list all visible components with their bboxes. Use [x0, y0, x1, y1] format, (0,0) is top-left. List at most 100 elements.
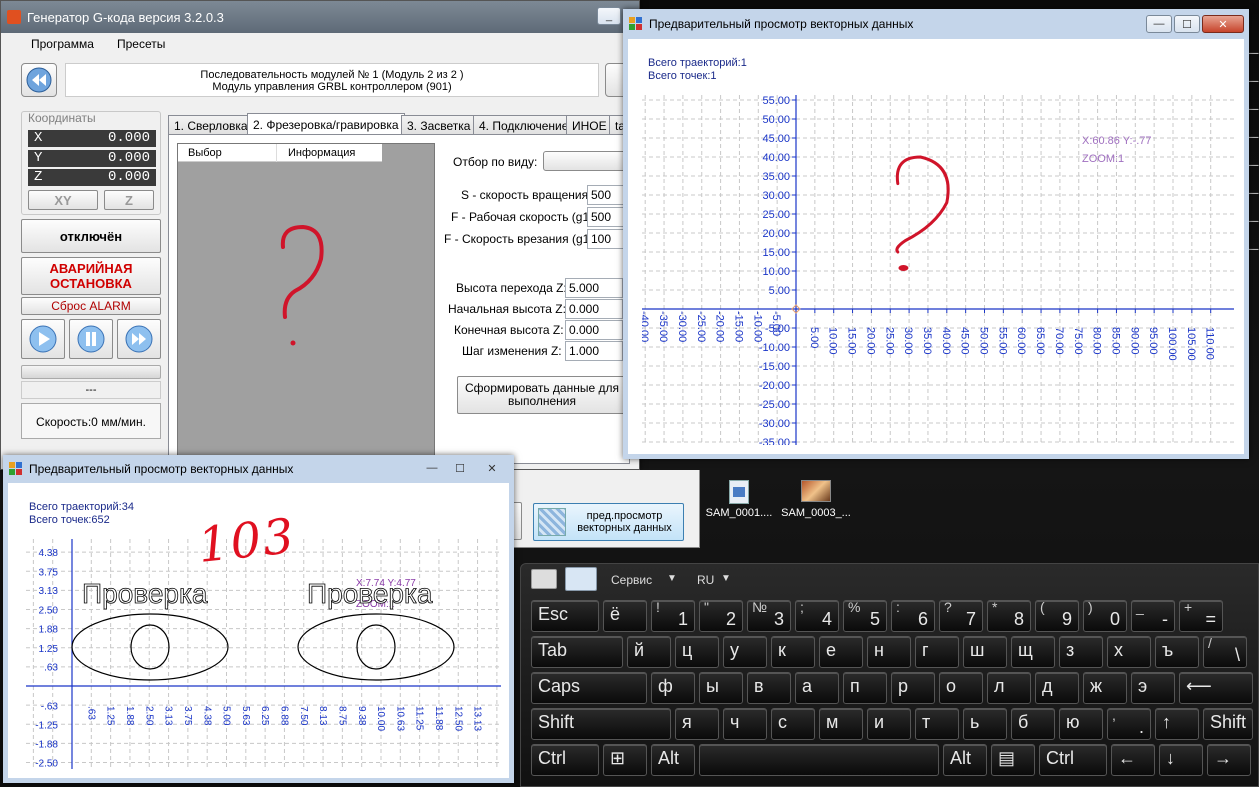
- header-info[interactable]: Информация: [288, 147, 355, 159]
- key-r0-5[interactable]: ; 4: [795, 599, 839, 632]
- emergency-stop-button[interactable]: АВАРИЙНАЯ ОСТАНОВКА: [21, 257, 161, 295]
- key-r0-1[interactable]: ё: [603, 600, 647, 632]
- key-r2-7[interactable]: о: [939, 672, 983, 704]
- start-height-input[interactable]: 0.000: [565, 299, 623, 319]
- key-r1-11[interactable]: х: [1107, 636, 1151, 668]
- close-button[interactable]: ✕: [475, 459, 509, 477]
- key-r4-4[interactable]: Alt: [943, 744, 987, 776]
- key-r0-12[interactable]: _ -: [1131, 599, 1175, 632]
- key-r2-5[interactable]: п: [843, 672, 887, 704]
- key-r0-7[interactable]: :6: [891, 599, 935, 632]
- key-r1-7[interactable]: г: [915, 636, 959, 668]
- filter-dropdown[interactable]: [543, 151, 629, 171]
- key-r1-8[interactable]: ш: [963, 636, 1007, 668]
- end-height-input[interactable]: 0.000: [565, 320, 623, 340]
- key-r3-8[interactable]: б: [1011, 708, 1055, 740]
- key-r1-3[interactable]: у: [723, 636, 767, 668]
- key-r4-1[interactable]: ⊞: [603, 744, 647, 776]
- key-r1-13[interactable]: / \: [1203, 635, 1247, 668]
- trajectory-list[interactable]: Выбор Информация: [177, 143, 435, 463]
- tab-milling[interactable]: 2. Фрезеровка/гравировка: [247, 113, 405, 135]
- key-r2-0[interactable]: Caps: [531, 672, 647, 704]
- tab-other[interactable]: ИНОЕ: [566, 115, 613, 135]
- key-r1-10[interactable]: з: [1059, 636, 1103, 668]
- travel-height-input[interactable]: 5.000: [565, 278, 623, 298]
- vector-preview-button[interactable]: пред.просмотр векторных данных: [533, 503, 684, 541]
- key-r2-9[interactable]: д: [1035, 672, 1079, 704]
- maximize-button[interactable]: ☐: [447, 459, 473, 477]
- key-r3-0[interactable]: Shift: [531, 708, 671, 740]
- key-r0-6[interactable]: % 5: [843, 599, 887, 632]
- key-r0-13[interactable]: + =: [1179, 599, 1223, 632]
- close-button[interactable]: ✕: [1202, 15, 1244, 33]
- key-r4-8[interactable]: ↓: [1159, 744, 1203, 776]
- key-r0-2[interactable]: ! 1: [651, 599, 695, 632]
- key-r2-10[interactable]: ж: [1083, 672, 1127, 704]
- step-height-input[interactable]: 1.000: [565, 341, 623, 361]
- key-r1-12[interactable]: ъ: [1155, 636, 1199, 668]
- key-r4-6[interactable]: Ctrl: [1039, 744, 1107, 776]
- key-r2-1[interactable]: ф: [651, 672, 695, 704]
- desktop-file-2[interactable]: SAM_0003_...: [778, 480, 854, 530]
- key-r4-3[interactable]: [699, 744, 939, 776]
- language-dropdown-icon[interactable]: ▼: [721, 573, 731, 584]
- key-r0-4[interactable]: № 3: [747, 599, 791, 632]
- minimize-button[interactable]: _: [597, 7, 621, 25]
- tab-drilling[interactable]: 1. Сверловка: [168, 115, 254, 135]
- key-r4-0[interactable]: Ctrl: [531, 744, 599, 776]
- language-selector[interactable]: RU: [697, 573, 714, 587]
- key-r1-4[interactable]: к: [771, 636, 815, 668]
- key-r2-12[interactable]: ⟵: [1179, 672, 1253, 704]
- key-r2-4[interactable]: а: [795, 672, 839, 704]
- key-r2-3[interactable]: в: [747, 672, 791, 704]
- key-r3-3[interactable]: с: [771, 708, 815, 740]
- key-r3-2[interactable]: ч: [723, 708, 767, 740]
- minimize-button[interactable]: —: [1146, 15, 1172, 33]
- key-r3-12[interactable]: Shift: [1203, 708, 1253, 740]
- menu-presets[interactable]: Пресеты: [117, 37, 165, 51]
- main-titlebar[interactable]: Генератор G-кода версия 3.2.0.3: [1, 1, 639, 33]
- key-r4-7[interactable]: ←: [1111, 744, 1155, 776]
- key-r3-6[interactable]: т: [915, 708, 959, 740]
- zero-z-button[interactable]: Z: [104, 190, 154, 210]
- key-r0-10[interactable]: (9: [1035, 599, 1079, 632]
- pen-icon[interactable]: [531, 569, 557, 589]
- pause-button[interactable]: [69, 319, 113, 359]
- vector-plot-bottom[interactable]: 4.38 3.75 3.13 2.50 1.88 1.25 .63 -.63 -1.25 -1.8…: [26, 539, 501, 769]
- key-r4-5[interactable]: ▤: [991, 744, 1035, 776]
- key-r1-0[interactable]: Tab: [531, 636, 623, 668]
- key-r1-2[interactable]: ц: [675, 636, 719, 668]
- desktop-file-1[interactable]: SAM_0001....: [704, 480, 774, 530]
- key-r0-8[interactable]: ? 7: [939, 599, 983, 632]
- key-r0-11[interactable]: ) 0: [1083, 599, 1127, 632]
- service-dropdown-icon[interactable]: ▼: [667, 573, 677, 584]
- prev-module-button[interactable]: [21, 63, 57, 97]
- key-r3-7[interactable]: ь: [963, 708, 1007, 740]
- maximize-button[interactable]: ☐: [1174, 15, 1200, 33]
- reset-alarm-button[interactable]: Сброс ALARM: [21, 297, 161, 315]
- keyboard-icon[interactable]: [565, 567, 597, 591]
- key-r3-4[interactable]: м: [819, 708, 863, 740]
- key-r4-9[interactable]: →: [1207, 744, 1251, 776]
- key-r1-5[interactable]: е: [819, 636, 863, 668]
- key-r0-0[interactable]: Esc: [531, 600, 599, 632]
- key-r2-2[interactable]: ы: [699, 672, 743, 704]
- key-r0-9[interactable]: * 8: [987, 599, 1031, 632]
- vector-plot-top[interactable]: 55.00 50.00 45.00 40.00 35.00 30.00 25.00 20.00…: [642, 95, 1234, 445]
- header-select[interactable]: Выбор: [188, 147, 222, 159]
- key-r1-6[interactable]: н: [867, 636, 911, 668]
- minimize-button[interactable]: —: [419, 459, 445, 477]
- key-r3-9[interactable]: ю: [1059, 708, 1103, 740]
- key-r4-2[interactable]: Alt: [651, 744, 695, 776]
- generate-data-button[interactable]: Сформировать данные для выполнения: [457, 376, 627, 414]
- key-r3-11[interactable]: ↑: [1155, 708, 1199, 740]
- zero-xy-button[interactable]: XY: [28, 190, 98, 210]
- key-r3-10[interactable]: ,.: [1107, 707, 1151, 740]
- tab-exposure[interactable]: 3. Засветка: [401, 115, 477, 135]
- key-r2-6[interactable]: р: [891, 672, 935, 704]
- key-r0-3[interactable]: " 2: [699, 599, 743, 632]
- key-r3-5[interactable]: и: [867, 708, 911, 740]
- tab-connection[interactable]: 4. Подключение: [473, 115, 575, 135]
- key-r1-9[interactable]: щ: [1011, 636, 1055, 668]
- play-button[interactable]: [21, 319, 65, 359]
